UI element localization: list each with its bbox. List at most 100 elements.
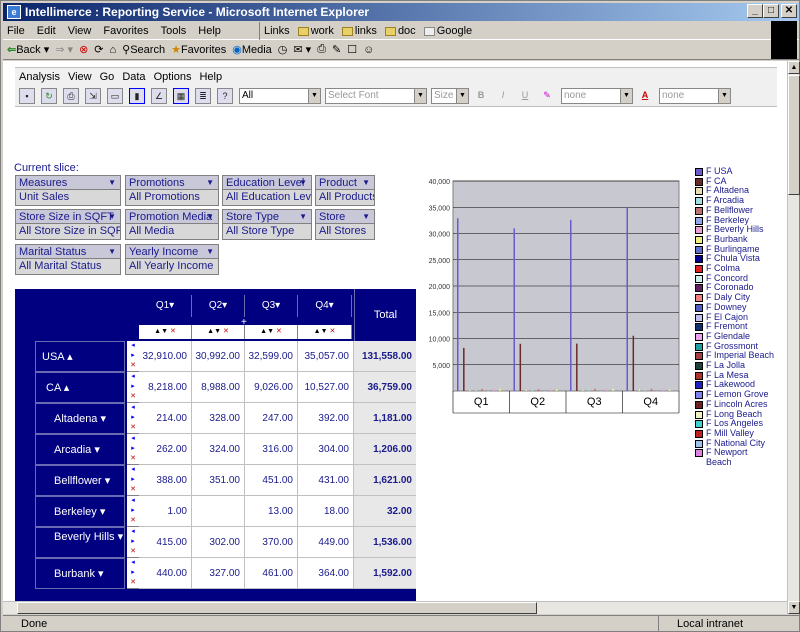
link-google[interactable]: Google [423, 25, 472, 37]
grid-cell[interactable]: 262.00 [139, 434, 192, 465]
open-icon[interactable]: ▭ [107, 87, 123, 104]
app-menu-options[interactable]: Options [154, 71, 192, 83]
grid-cell[interactable]: 449.00 [298, 527, 354, 558]
media-button[interactable]: ◉Media [232, 43, 272, 56]
history-icon[interactable]: ◷ [278, 43, 288, 56]
discuss-icon[interactable]: ☐ [347, 43, 357, 56]
grid-cell[interactable]: 328.00 [192, 403, 245, 434]
column-controls[interactable]: ▲▼ ✕ [139, 325, 192, 339]
grid-cell[interactable] [192, 496, 245, 527]
row-header[interactable]: USA ▴ [35, 341, 125, 372]
grid-cell[interactable]: 461.00 [245, 558, 298, 589]
stop-icon[interactable]: ⊗ [79, 43, 88, 56]
app-menu-data[interactable]: Data [122, 71, 145, 83]
refresh-icon[interactable]: ↻ [41, 87, 57, 104]
row-controls[interactable]: ◂ ▸ ✕ [127, 465, 139, 496]
grid-cell[interactable]: 392.00 [298, 403, 354, 434]
selector-product[interactable]: Product ▼ All Products [315, 175, 375, 206]
link-links[interactable]: links [341, 25, 377, 37]
row-controls[interactable]: ◂ ▸ ✕ [127, 527, 139, 558]
grid-cell[interactable]: 431.00 [298, 465, 354, 496]
column-controls[interactable]: ▲▼ ✕ [245, 325, 298, 339]
grid-cell[interactable]: 324.00 [192, 434, 245, 465]
app-menu-analysis[interactable]: Analysis [19, 71, 60, 83]
fill-color-select[interactable]: none ▼ [561, 87, 633, 104]
column-header-q2[interactable]: Q2▾ [192, 295, 245, 317]
column-controls[interactable]: ▲▼ ✕ [192, 325, 245, 339]
grid-cell[interactable]: 8,988.00 [192, 372, 245, 403]
grid-cell[interactable]: 32,910.00 [139, 341, 192, 372]
column-controls[interactable]: ▲▼ ✕ [298, 325, 352, 339]
menu-favorites[interactable]: Favorites [103, 25, 148, 37]
row-header[interactable]: Berkeley ▾ [35, 496, 125, 527]
grid-cell[interactable]: 35,057.00 [298, 341, 354, 372]
menu-edit[interactable]: Edit [37, 25, 56, 37]
export-icon[interactable]: ⇲ [85, 87, 101, 104]
underline-button[interactable]: U [517, 88, 533, 104]
grid-cell[interactable]: 18.00 [298, 496, 354, 527]
home-icon[interactable]: ⌂ [110, 44, 117, 56]
grid-cell[interactable]: 327.00 [192, 558, 245, 589]
close-button[interactable]: ✕ [781, 4, 797, 18]
print-icon[interactable]: ⎙ [63, 87, 79, 104]
app-menu-go[interactable]: Go [100, 71, 115, 83]
selector-marital-status[interactable]: Marital Status ▼ All Marital Status [15, 244, 121, 275]
selector-promotions[interactable]: Promotions ▼ All Promotions [125, 175, 219, 206]
scroll-up-icon[interactable]: ▲ [788, 61, 800, 74]
link-work[interactable]: work [297, 25, 334, 37]
row-controls[interactable]: ◂ ▸ ✕ [127, 372, 139, 403]
selector-store[interactable]: Store ▼ All Stores [315, 209, 375, 240]
text-color-icon[interactable]: A [637, 88, 653, 104]
grid-cell[interactable]: 9,026.00 [245, 372, 298, 403]
grid-cell[interactable]: 247.00 [245, 403, 298, 434]
grid-cell[interactable]: 451.00 [245, 465, 298, 496]
scroll-down-icon[interactable]: ▼ [788, 601, 800, 614]
size-select[interactable]: Size ▼ [431, 87, 469, 104]
grid-cell[interactable]: 364.00 [298, 558, 354, 589]
grid-cell[interactable]: 302.00 [192, 527, 245, 558]
grid-cell[interactable]: 13.00 [245, 496, 298, 527]
grid-cell[interactable]: 316.00 [245, 434, 298, 465]
row-controls[interactable]: ◂ ▸ ✕ [127, 496, 139, 527]
grid-cell[interactable]: 304.00 [298, 434, 354, 465]
horizontal-scrollbar[interactable] [3, 601, 787, 614]
menu-help[interactable]: Help [198, 25, 221, 37]
minimize-button[interactable]: _ [747, 4, 763, 18]
column-header-q4[interactable]: Q4▾ [298, 295, 352, 317]
refresh-icon[interactable]: ⟳ [94, 43, 103, 56]
table-icon[interactable]: ≣ [195, 87, 211, 104]
scroll-thumb[interactable] [788, 75, 800, 195]
grid-cell[interactable]: 30,992.00 [192, 341, 245, 372]
grid-cell[interactable]: 8,218.00 [139, 372, 192, 403]
menu-view[interactable]: View [68, 25, 92, 37]
menu-tools[interactable]: Tools [161, 25, 187, 37]
search-button[interactable]: ⚲Search [122, 43, 165, 56]
row-header[interactable]: Bellflower ▾ [35, 465, 125, 496]
fill-color-icon[interactable]: ✎ [539, 88, 555, 104]
column-header-q1[interactable]: Q1▾ [139, 295, 192, 317]
print-icon[interactable]: ⎙ [317, 43, 326, 56]
grid-cell[interactable]: 351.00 [192, 465, 245, 496]
messenger-icon[interactable]: ☺ [363, 44, 374, 56]
row-controls[interactable]: ◂ ▸ ✕ [127, 403, 139, 434]
row-header[interactable]: Beverly Hills ▾ [35, 527, 125, 558]
help-icon[interactable]: ? [217, 87, 233, 104]
forward-button[interactable]: ⇒ ▾ [55, 43, 73, 56]
grid-icon[interactable]: ▦ [173, 87, 189, 104]
grid-cell[interactable]: 1.00 [139, 496, 192, 527]
app-menu-help[interactable]: Help [199, 71, 222, 83]
grid-cell[interactable]: 10,527.00 [298, 372, 354, 403]
member-select[interactable]: All ▼ [239, 87, 321, 104]
grid-cell[interactable]: 370.00 [245, 527, 298, 558]
row-header[interactable]: Burbank ▾ [35, 558, 125, 589]
row-header[interactable]: Altadena ▾ [35, 403, 125, 434]
link-doc[interactable]: doc [384, 25, 416, 37]
save-icon[interactable]: ▪ [19, 87, 35, 104]
selector-education-level[interactable]: Education Level ▼ All Education Level [222, 175, 312, 206]
grid-cell[interactable]: 440.00 [139, 558, 192, 589]
selector-store-size[interactable]: Store Size in SQFT ▼ All Store Size in SQF… [15, 209, 121, 240]
vertical-scrollbar[interactable]: ▲ ▼ [787, 61, 800, 614]
maximize-button[interactable]: □ [763, 4, 779, 18]
row-header[interactable]: CA ▴ [35, 372, 125, 403]
row-header[interactable]: Arcadia ▾ [35, 434, 125, 465]
